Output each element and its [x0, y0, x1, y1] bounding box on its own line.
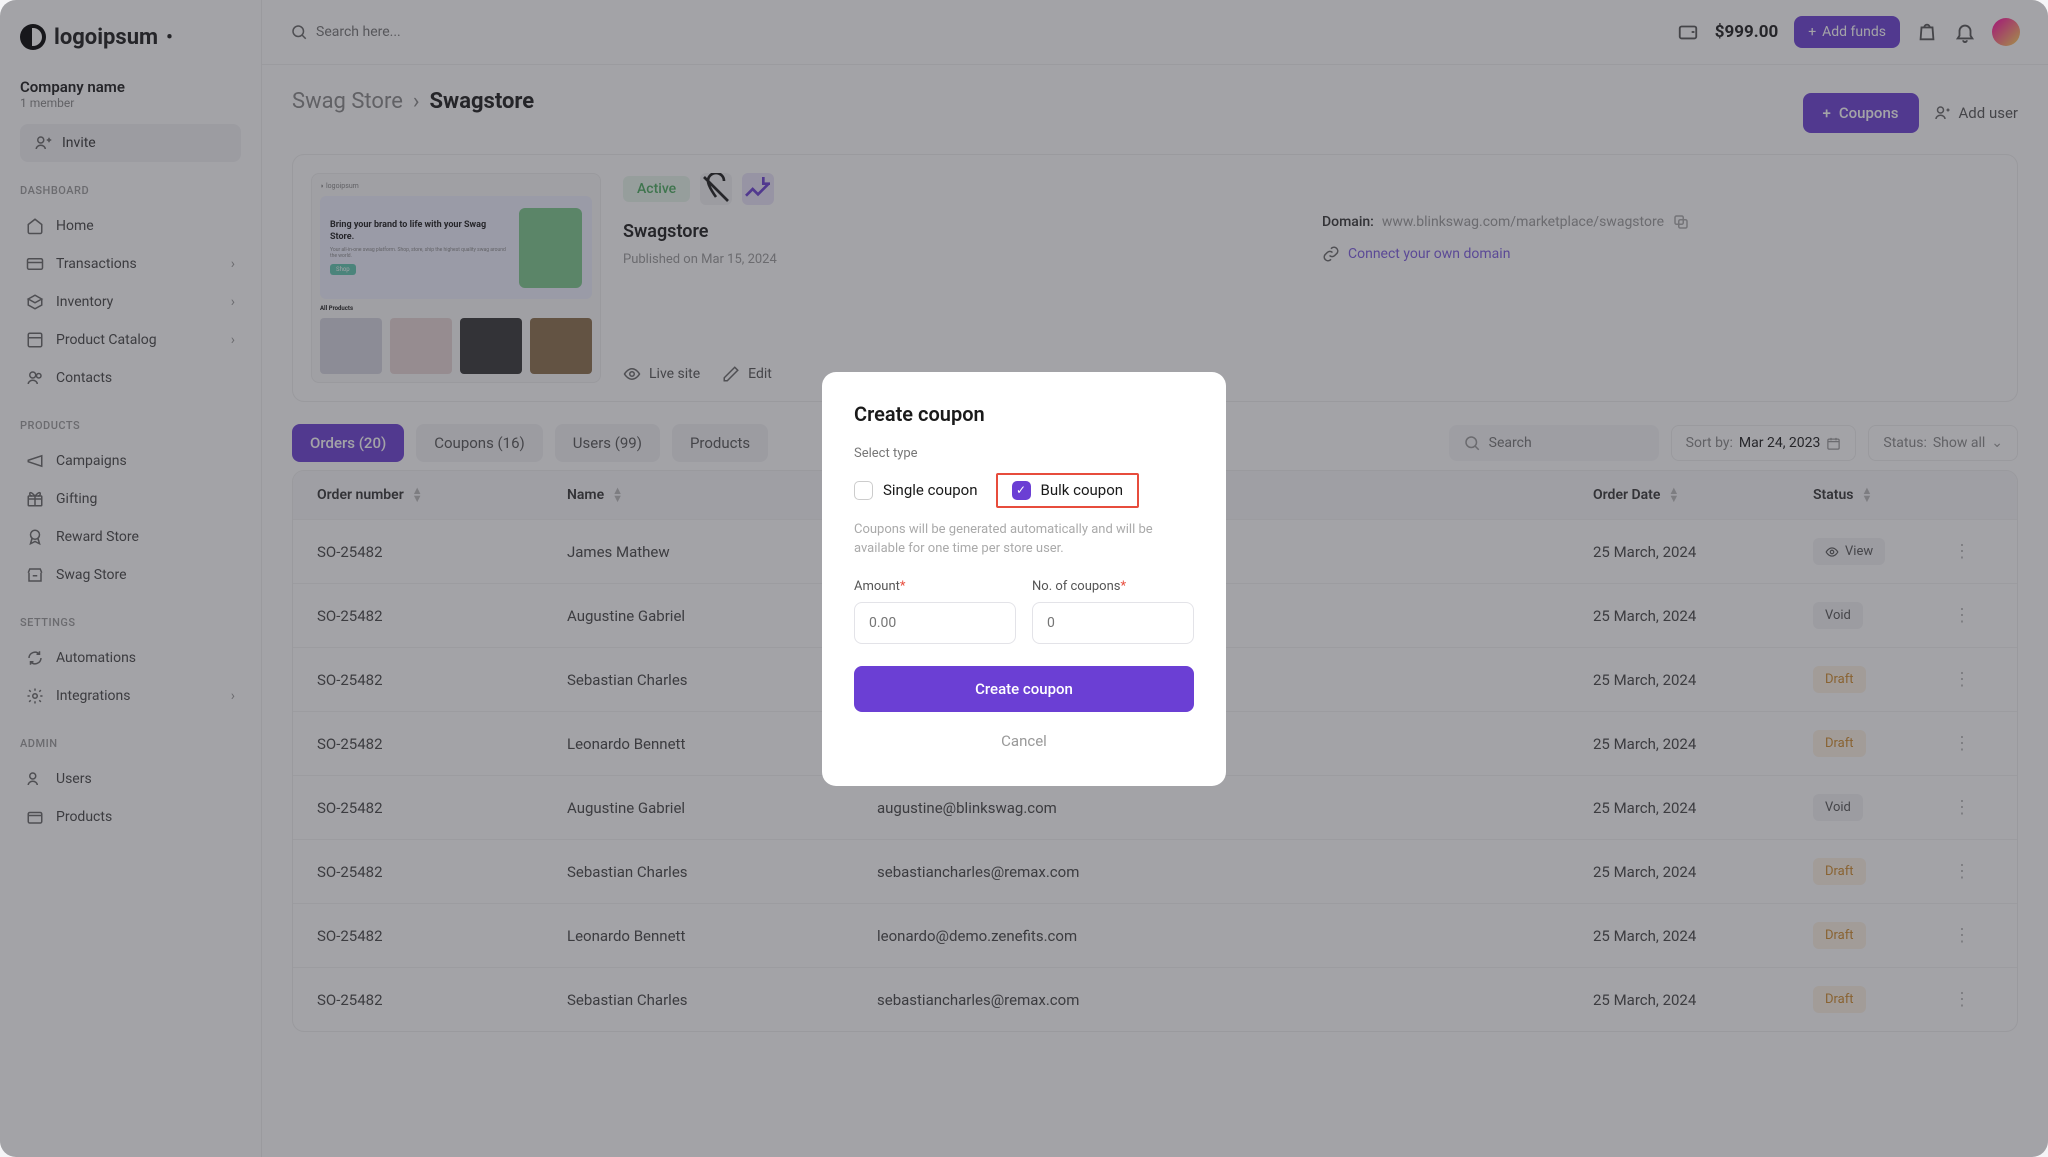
create-coupon-modal: Create coupon Select type Single coupon …: [822, 372, 1226, 786]
cancel-button[interactable]: Cancel: [854, 726, 1194, 756]
amount-label: Amount*: [854, 579, 1016, 594]
checkbox-unchecked-icon: [854, 481, 873, 500]
checkbox-checked-icon: ✓: [1012, 481, 1031, 500]
modal-help-text: Coupons will be generated automatically …: [854, 520, 1194, 559]
count-label: No. of coupons*: [1032, 579, 1194, 594]
modal-title: Create coupon: [854, 402, 1194, 426]
modal-overlay[interactable]: Create coupon Select type Single coupon …: [0, 0, 2048, 1157]
bulk-coupon-option[interactable]: ✓ Bulk coupon: [996, 473, 1140, 508]
single-coupon-option[interactable]: Single coupon: [854, 473, 978, 508]
select-type-label: Select type: [854, 446, 1194, 461]
count-input[interactable]: [1032, 602, 1194, 644]
amount-input[interactable]: [854, 602, 1016, 644]
create-coupon-button[interactable]: Create coupon: [854, 666, 1194, 712]
